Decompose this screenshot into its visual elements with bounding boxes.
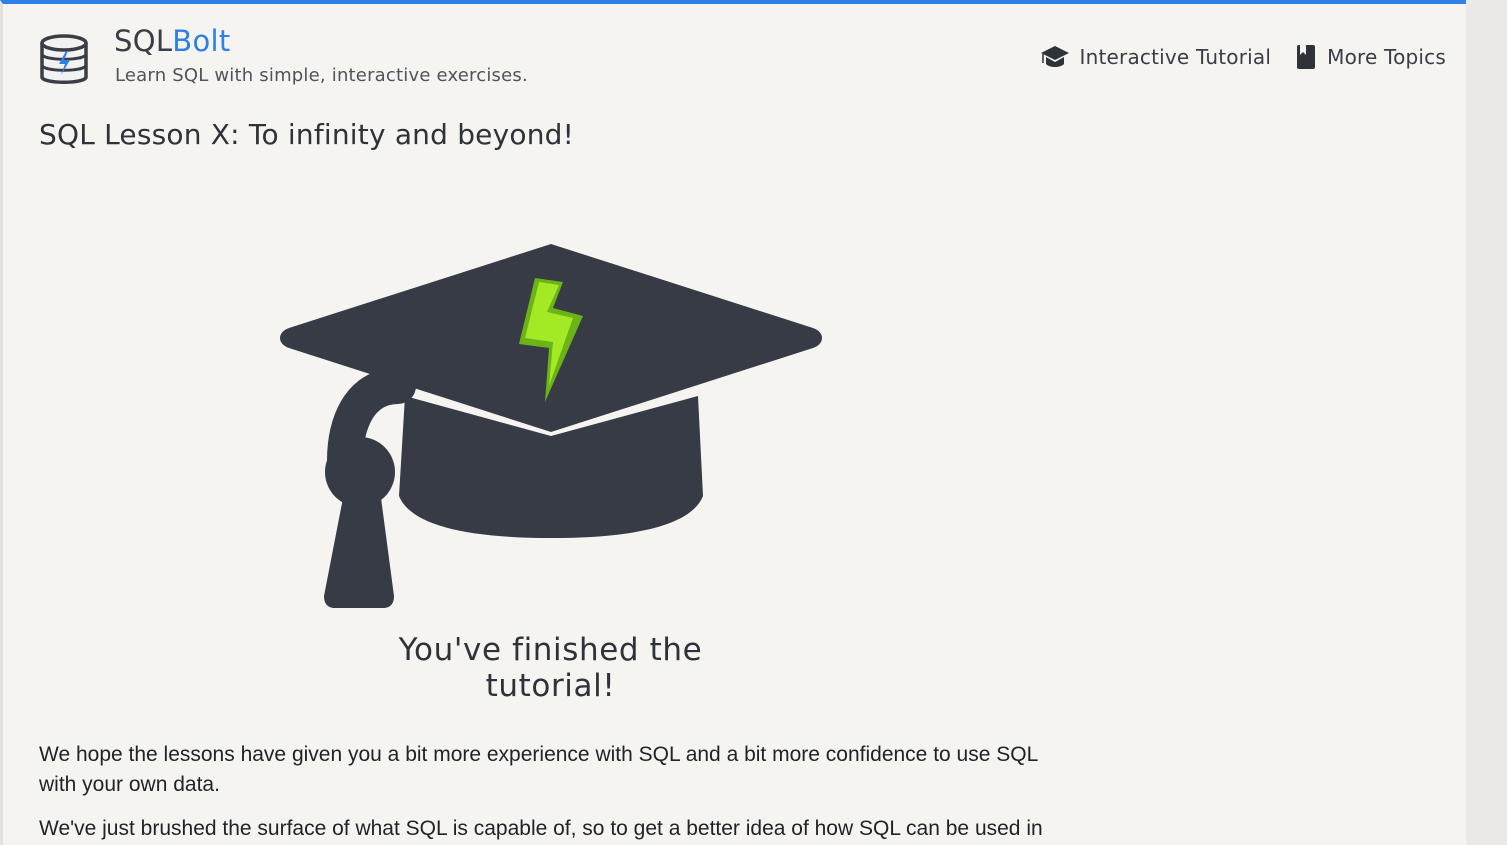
page-container: SQLBolt Learn SQL with simple, interacti…: [0, 0, 1466, 845]
nav-more-topics-label: More Topics: [1327, 45, 1446, 69]
closing-paragraph-1: We hope the lessons have given you a bit…: [39, 743, 1038, 796]
brand-title[interactable]: SQLBolt: [114, 24, 231, 58]
nav-interactive-tutorial-label: Interactive Tutorial: [1079, 45, 1272, 69]
nav-interactive-tutorial[interactable]: Interactive Tutorial: [1040, 44, 1272, 70]
graduation-cap-icon: [1040, 46, 1069, 67]
scrollbar-gutter[interactable]: [1466, 0, 1507, 845]
tutorial-finished-caption: You've finished the tutorial!: [398, 632, 703, 704]
graduation-cap-bolt-icon: [280, 244, 822, 608]
book-icon: [1297, 45, 1316, 69]
closing-paragraph-2: We've just brushed the surface of what S…: [39, 817, 1043, 840]
top-nav: Interactive Tutorial More Topics: [1040, 44, 1447, 70]
brand-tagline: Learn SQL with simple, interactive exerc…: [115, 65, 528, 86]
database-bolt-logo-icon[interactable]: [37, 31, 91, 91]
lesson-title: SQL Lesson X: To infinity and beyond!: [39, 118, 575, 151]
brand-name-sql: SQL: [114, 24, 173, 58]
nav-more-topics[interactable]: More Topics: [1295, 44, 1446, 70]
brand-name-bolt: Bolt: [172, 24, 231, 58]
